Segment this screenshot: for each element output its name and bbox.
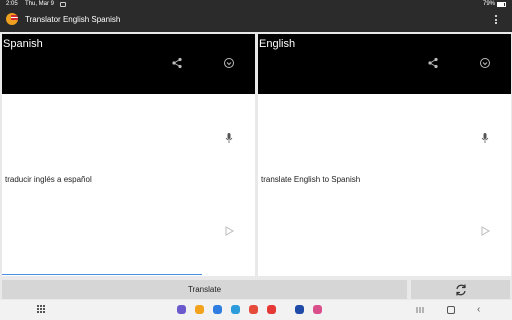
home-icon[interactable] [447,306,455,314]
overflow-menu-icon[interactable] [494,15,498,27]
battery-percent: 79% [482,1,495,7]
share-icon[interactable] [427,57,439,69]
battery-icon [497,2,506,7]
youtube-app-icon[interactable] [267,305,276,314]
microphone-icon[interactable] [480,132,490,144]
status-date: Thu, Mar 9 [25,1,55,7]
status-time: 2:05 [6,1,18,7]
play-icon[interactable] [223,225,235,237]
source-header: Spanish [2,34,255,94]
swap-languages-button[interactable] [411,280,510,299]
app-title: Translator English Spanish [25,15,121,24]
files-app-icon[interactable] [213,305,222,314]
recents-icon[interactable] [416,306,424,314]
swap-icon [456,284,466,296]
source-panel: Spanish traducir inglés a español [2,34,255,276]
dropdown-icon[interactable] [479,57,491,69]
app-drawer-icon[interactable] [37,305,46,314]
navigation-bar: ‹ [0,300,512,320]
target-panel: English translate English to Spanish [258,34,511,276]
messages-app-icon[interactable] [177,305,186,314]
app-logo-icon [6,13,18,25]
calendar-app-icon[interactable] [195,305,204,314]
microphone-icon[interactable] [224,132,234,144]
target-language-label[interactable]: English [259,38,295,50]
source-text[interactable]: traducir inglés a español [5,175,92,184]
target-header: English [258,34,511,94]
target-text: translate English to Spanish [261,175,361,184]
translate-button[interactable]: Translate [2,280,407,299]
gallery-notification-icon [60,2,66,7]
source-language-label[interactable]: Spanish [3,38,43,50]
input-underline [2,274,202,275]
flower-app-icon[interactable] [313,305,322,314]
play-icon[interactable] [479,225,491,237]
status-bar: 2:05 Thu, Mar 9 79% [0,0,512,10]
app-bar: Translator English Spanish [0,10,512,32]
calendar-red-app-icon[interactable] [249,305,258,314]
chat-app-icon[interactable] [231,305,240,314]
settings-app-icon[interactable] [295,305,304,314]
back-icon[interactable]: ‹ [477,304,480,315]
share-icon[interactable] [171,57,183,69]
dropdown-icon[interactable] [223,57,235,69]
